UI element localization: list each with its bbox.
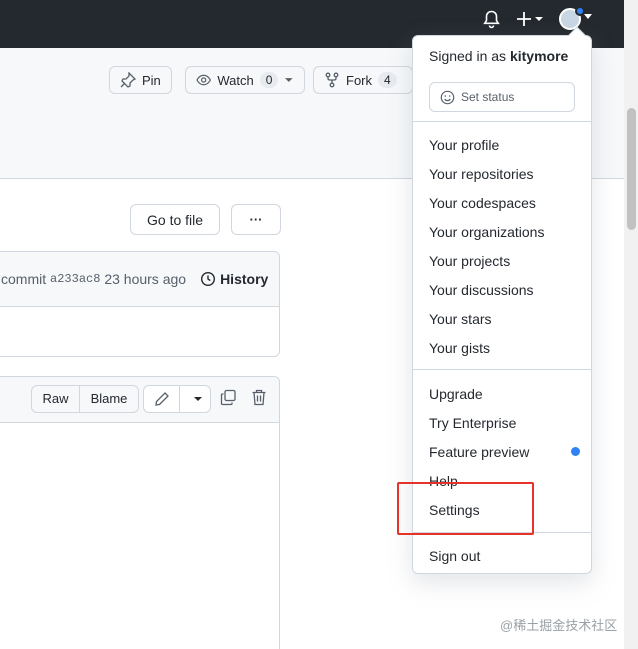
commit-time: 23 hours ago	[104, 271, 187, 287]
more-options-button[interactable]: ···	[231, 204, 281, 235]
menu-item-try-enterprise[interactable]: Try Enterprise	[429, 415, 516, 431]
set-status-button[interactable]: Set status	[429, 82, 575, 112]
scrollbar-thumb[interactable]	[627, 108, 636, 230]
pin-icon	[120, 72, 136, 88]
eye-icon	[196, 74, 212, 86]
go-to-file-label: Go to file	[147, 211, 204, 228]
history-icon	[201, 271, 216, 287]
menu-item-your-repositories[interactable]: Your repositories	[429, 166, 534, 182]
username: kitymore	[509, 48, 569, 64]
latest-commit-bar: commit a233ac8 23 hours ago History	[0, 252, 279, 307]
menu-item-your-codespaces[interactable]: Your codespaces	[429, 195, 536, 211]
menu-item-sign-out[interactable]: Sign out	[429, 548, 480, 564]
signed-in-label: Signed in as kitymore	[429, 48, 568, 64]
menu-item-your-organizations[interactable]: Your organizations	[429, 224, 544, 240]
menu-divider	[413, 121, 591, 122]
fork-count: 4	[378, 72, 397, 88]
set-status-label: Set status	[461, 90, 515, 104]
watermark: @稀土掘金技术社区	[500, 618, 618, 633]
menu-item-upgrade[interactable]: Upgrade	[429, 386, 483, 402]
menu-item-your-stars[interactable]: Your stars	[429, 311, 492, 327]
commit-prefix: commit	[1, 271, 47, 287]
commit-hash[interactable]: a233ac8	[50, 272, 100, 286]
file-content-box	[0, 376, 280, 649]
raw-button[interactable]: Raw	[32, 386, 80, 412]
watch-label: Watch	[217, 72, 254, 88]
watch-button[interactable]: Watch 0	[185, 66, 305, 94]
settings-highlight-box	[397, 482, 534, 535]
menu-item-your-discussions[interactable]: Your discussions	[429, 282, 534, 298]
chevron-down-icon	[194, 397, 203, 401]
pencil-icon	[154, 392, 169, 406]
blame-button[interactable]: Blame	[80, 386, 138, 412]
more-options-label: ···	[249, 212, 263, 227]
feature-preview-dot	[571, 447, 580, 456]
smiley-icon	[440, 90, 455, 104]
chevron-down-icon[interactable]	[584, 14, 592, 19]
go-to-file-button[interactable]: Go to file	[130, 204, 221, 235]
edit-button-group	[143, 385, 211, 413]
trash-icon[interactable]	[251, 389, 267, 411]
edit-dropdown[interactable]	[186, 394, 210, 404]
copy-icon[interactable]	[220, 389, 237, 411]
plus-icon[interactable]	[516, 10, 544, 33]
edit-button[interactable]	[144, 386, 181, 412]
latest-commit-box: commit a233ac8 23 hours ago History	[0, 251, 280, 357]
history-link[interactable]: History	[200, 271, 268, 287]
pin-label: Pin	[142, 72, 161, 88]
chevron-down-icon	[285, 78, 294, 82]
bell-icon[interactable]	[483, 10, 500, 34]
pin-button[interactable]: Pin	[109, 66, 172, 94]
menu-divider	[413, 369, 591, 370]
menu-item-your-profile[interactable]: Your profile	[429, 137, 499, 153]
watch-count: 0	[259, 72, 279, 88]
menu-item-your-projects[interactable]: Your projects	[429, 253, 510, 269]
fork-button[interactable]: Fork 4	[313, 66, 413, 94]
history-label: History	[220, 271, 269, 287]
menu-item-feature-preview[interactable]: Feature preview	[429, 444, 529, 460]
fork-icon	[325, 72, 339, 88]
signed-in-prefix: Signed in as	[429, 48, 507, 64]
fork-label: Fork	[346, 72, 372, 88]
page-scrollbar[interactable]	[624, 0, 638, 649]
menu-item-your-gists[interactable]: Your gists	[429, 340, 490, 356]
raw-blame-group: Raw Blame	[31, 385, 139, 413]
